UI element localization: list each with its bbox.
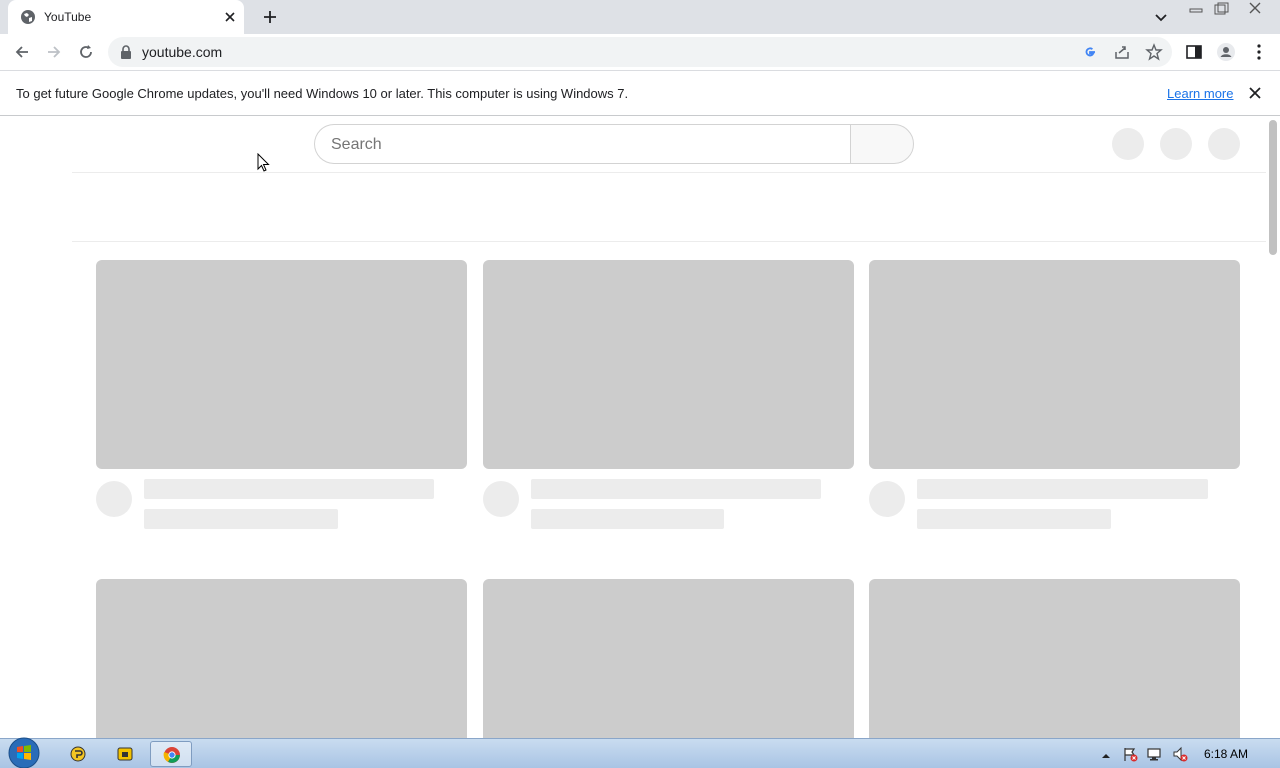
action-center-flag-icon[interactable] xyxy=(1122,746,1138,762)
search-input[interactable]: Search xyxy=(314,124,851,164)
infobar-message: To get future Google Chrome updates, you… xyxy=(16,86,629,101)
folder-app-icon xyxy=(117,747,133,761)
search-placeholder: Search xyxy=(331,136,382,153)
windows-taskbar: 6:18 AM xyxy=(0,737,1280,768)
header-divider xyxy=(72,172,1266,173)
tab-title: YouTube xyxy=(44,10,92,24)
menu-kebab-icon[interactable] xyxy=(1249,42,1269,62)
header-placeholder-circle xyxy=(1208,128,1240,160)
tab-strip: YouTube xyxy=(0,0,1280,34)
title-placeholder xyxy=(531,479,821,499)
scrollbar-thumb[interactable] xyxy=(1269,120,1277,255)
channel-avatar-placeholder xyxy=(483,481,519,517)
header-placeholder-circle xyxy=(1160,128,1192,160)
taskbar-app-support[interactable] xyxy=(57,741,99,767)
volume-muted-icon[interactable] xyxy=(1172,746,1188,762)
forward-icon[interactable] xyxy=(44,42,64,62)
chips-divider xyxy=(72,241,1266,242)
update-infobar: To get future Google Chrome updates, you… xyxy=(0,71,1280,116)
support-app-icon xyxy=(70,746,86,762)
share-icon[interactable] xyxy=(1113,43,1131,61)
meta-placeholder xyxy=(531,509,724,529)
meta-placeholder xyxy=(144,509,338,529)
reload-icon[interactable] xyxy=(76,42,96,62)
close-tab-icon[interactable] xyxy=(222,9,238,25)
meta-placeholder xyxy=(917,509,1111,529)
window-close-icon[interactable] xyxy=(1243,0,1267,18)
url-text: youtube.com xyxy=(142,44,223,60)
video-thumbnail-placeholder xyxy=(483,260,854,469)
bookmark-star-icon[interactable] xyxy=(1145,43,1163,61)
minimize-icon[interactable] xyxy=(1184,0,1208,18)
new-tab-icon[interactable] xyxy=(260,7,280,27)
mouse-cursor-icon xyxy=(257,153,270,172)
taskbar-app-files[interactable] xyxy=(104,741,146,767)
profile-icon[interactable] xyxy=(1216,42,1236,62)
lock-icon[interactable] xyxy=(120,45,132,59)
side-panel-icon[interactable] xyxy=(1184,42,1204,62)
windows-start-icon[interactable] xyxy=(6,737,42,768)
browser-toolbar: youtube.com xyxy=(0,34,1280,71)
screen: YouTube youtube.com To get future Google… xyxy=(0,0,1280,768)
address-bar[interactable]: youtube.com xyxy=(108,37,1172,67)
channel-avatar-placeholder xyxy=(96,481,132,517)
title-placeholder xyxy=(917,479,1208,499)
youtube-page: Search xyxy=(0,117,1280,768)
taskbar-clock[interactable]: 6:18 AM xyxy=(1204,747,1248,761)
video-thumbnail-placeholder xyxy=(96,260,467,469)
channel-avatar-placeholder xyxy=(869,481,905,517)
chevron-down-icon[interactable] xyxy=(1152,8,1170,26)
network-icon[interactable] xyxy=(1146,746,1162,762)
close-icon[interactable] xyxy=(1248,86,1262,100)
header-placeholder-circle xyxy=(1112,128,1144,160)
globe-icon xyxy=(21,10,35,24)
back-icon[interactable] xyxy=(12,42,32,62)
restore-icon[interactable] xyxy=(1209,0,1233,18)
chrome-icon xyxy=(163,747,180,763)
show-hidden-icons-icon[interactable] xyxy=(1098,748,1114,764)
taskbar-app-chrome[interactable] xyxy=(150,741,192,767)
search-button[interactable] xyxy=(850,124,914,164)
learn-more-link[interactable]: Learn more xyxy=(1167,86,1233,101)
title-placeholder xyxy=(144,479,434,499)
page-scrollbar[interactable] xyxy=(1266,117,1280,738)
google-icon[interactable] xyxy=(1081,43,1099,61)
video-thumbnail-placeholder xyxy=(869,260,1240,469)
tab-youtube[interactable]: YouTube xyxy=(8,0,244,34)
